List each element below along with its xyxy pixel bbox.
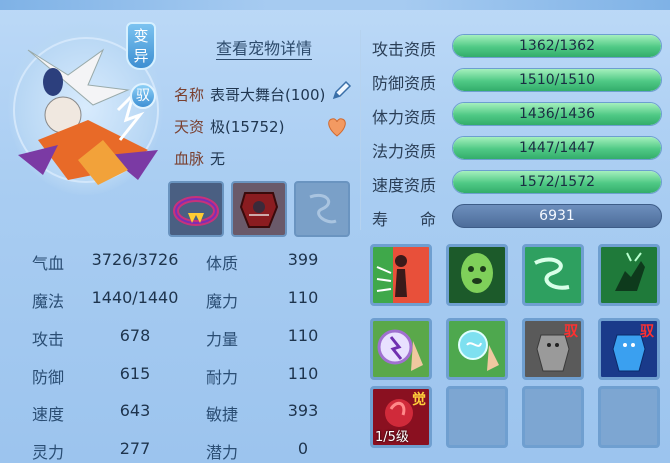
aptitude-bar: 1447/1447 bbox=[452, 136, 662, 160]
control-badge: 驭 bbox=[130, 83, 156, 109]
aptitude-bar: 1572/1572 bbox=[452, 170, 662, 194]
aptitude-label: 攻击资质 bbox=[372, 40, 437, 59]
attr-label: 防御 bbox=[32, 368, 65, 387]
equip-slot-armor[interactable] bbox=[231, 181, 287, 237]
attr-label: 魔力 bbox=[206, 292, 239, 311]
aptitude-label: 速度资质 bbox=[372, 176, 437, 195]
attr-label: 力量 bbox=[206, 330, 239, 349]
name-value: 表哥大舞台(100) bbox=[210, 86, 326, 104]
attr-label: 体质 bbox=[206, 254, 239, 273]
view-pet-details-link[interactable]: 查看宠物详情 bbox=[216, 35, 313, 60]
aptitude-value: 1447/1447 bbox=[519, 140, 595, 156]
aptitude-label: 体力资质 bbox=[372, 108, 437, 127]
skill-slot-5[interactable] bbox=[370, 318, 432, 380]
name-label: 名称 bbox=[174, 86, 205, 104]
skill-lightning-hand-icon bbox=[373, 321, 429, 377]
mutant-badge: 变异 bbox=[126, 22, 156, 70]
skill-slot-awaken[interactable]: 觉 1/5级 bbox=[370, 386, 432, 448]
attr-value: 110 bbox=[287, 364, 319, 383]
attr-label: 灵力 bbox=[32, 443, 65, 462]
awaken-tag: 觉 bbox=[412, 392, 426, 408]
attr-label: 攻击 bbox=[32, 330, 65, 349]
aptitude-label: 防御资质 bbox=[372, 74, 437, 93]
bloodline-label: 血脉 bbox=[174, 150, 205, 168]
skill-slot-2[interactable] bbox=[446, 244, 508, 306]
skill-slot-8[interactable]: 驭 bbox=[598, 318, 660, 380]
aptitude-label: 法力资质 bbox=[372, 142, 437, 161]
attr-value: 615 bbox=[119, 364, 151, 383]
top-title-strip bbox=[0, 0, 670, 10]
attr-value: 393 bbox=[287, 401, 319, 420]
skill-slot-4[interactable] bbox=[598, 244, 660, 306]
control-tag: 驭 bbox=[564, 324, 578, 340]
skill-slot-1[interactable] bbox=[370, 244, 432, 306]
name-row: 名称 表哥大舞台(100) bbox=[174, 84, 325, 105]
favorite-heart-icon[interactable] bbox=[325, 116, 349, 138]
attr-value: 277 bbox=[119, 439, 151, 458]
bloodline-value: 无 bbox=[210, 150, 226, 168]
aptitude-bar: 1436/1436 bbox=[452, 102, 662, 126]
skill-wind-icon bbox=[525, 247, 581, 303]
attr-value: 110 bbox=[287, 288, 319, 307]
skill-slot-7[interactable]: 驭 bbox=[522, 318, 584, 380]
attr-value: 643 bbox=[119, 401, 151, 420]
lifespan-label: 寿 命 bbox=[372, 210, 437, 229]
attr-value: 3726/3726 bbox=[91, 250, 179, 269]
skill-water-orb-icon bbox=[449, 321, 505, 377]
panel-divider bbox=[360, 30, 361, 230]
skill-slot-empty[interactable] bbox=[598, 386, 660, 448]
skill-ghost-icon bbox=[449, 247, 505, 303]
aptitude-value: 1362/1362 bbox=[519, 38, 595, 54]
aptitude-bar: 1362/1362 bbox=[452, 34, 662, 58]
aptitude-bar: 1510/1510 bbox=[452, 68, 662, 92]
skill-slot-3[interactable] bbox=[522, 244, 584, 306]
equip-slot-empty[interactable] bbox=[294, 181, 350, 237]
awaken-level: 1/5级 bbox=[375, 430, 409, 445]
attr-value: 110 bbox=[287, 326, 319, 345]
lifespan-bar: 6931 bbox=[452, 204, 662, 228]
skill-slot-empty[interactable] bbox=[522, 386, 584, 448]
attr-label: 敏捷 bbox=[206, 405, 239, 424]
attr-label: 魔法 bbox=[32, 292, 65, 311]
collar-icon bbox=[173, 196, 219, 226]
talent-value: 极(15752) bbox=[210, 118, 285, 136]
equip-slot-collar[interactable] bbox=[168, 181, 224, 237]
aptitude-value: 1572/1572 bbox=[519, 174, 595, 190]
talent-label: 天资 bbox=[174, 118, 205, 136]
aptitude-value: 1436/1436 bbox=[519, 106, 595, 122]
skill-fire-figure-icon bbox=[373, 247, 429, 303]
armor-icon bbox=[239, 192, 279, 228]
attr-label: 潜力 bbox=[206, 443, 239, 462]
attr-label: 速度 bbox=[32, 405, 65, 424]
attr-label: 气血 bbox=[32, 254, 65, 273]
aptitude-value: 1510/1510 bbox=[519, 72, 595, 88]
edit-name-pencil-icon[interactable] bbox=[330, 80, 352, 102]
talent-row: 天资 极(15752) bbox=[174, 116, 284, 137]
attr-value: 678 bbox=[119, 326, 151, 345]
control-tag: 驭 bbox=[640, 324, 654, 340]
attr-value: 1440/1440 bbox=[91, 288, 179, 307]
attr-value: 0 bbox=[297, 439, 309, 458]
empty-slot-icon bbox=[309, 194, 337, 224]
attr-value: 399 bbox=[287, 250, 319, 269]
skill-deer-icon bbox=[601, 247, 657, 303]
skill-slot-6[interactable] bbox=[446, 318, 508, 380]
lifespan-value: 6931 bbox=[539, 208, 575, 224]
bloodline-row: 血脉无 bbox=[174, 148, 225, 169]
attr-label: 耐力 bbox=[206, 368, 239, 387]
skill-slot-empty[interactable] bbox=[446, 386, 508, 448]
